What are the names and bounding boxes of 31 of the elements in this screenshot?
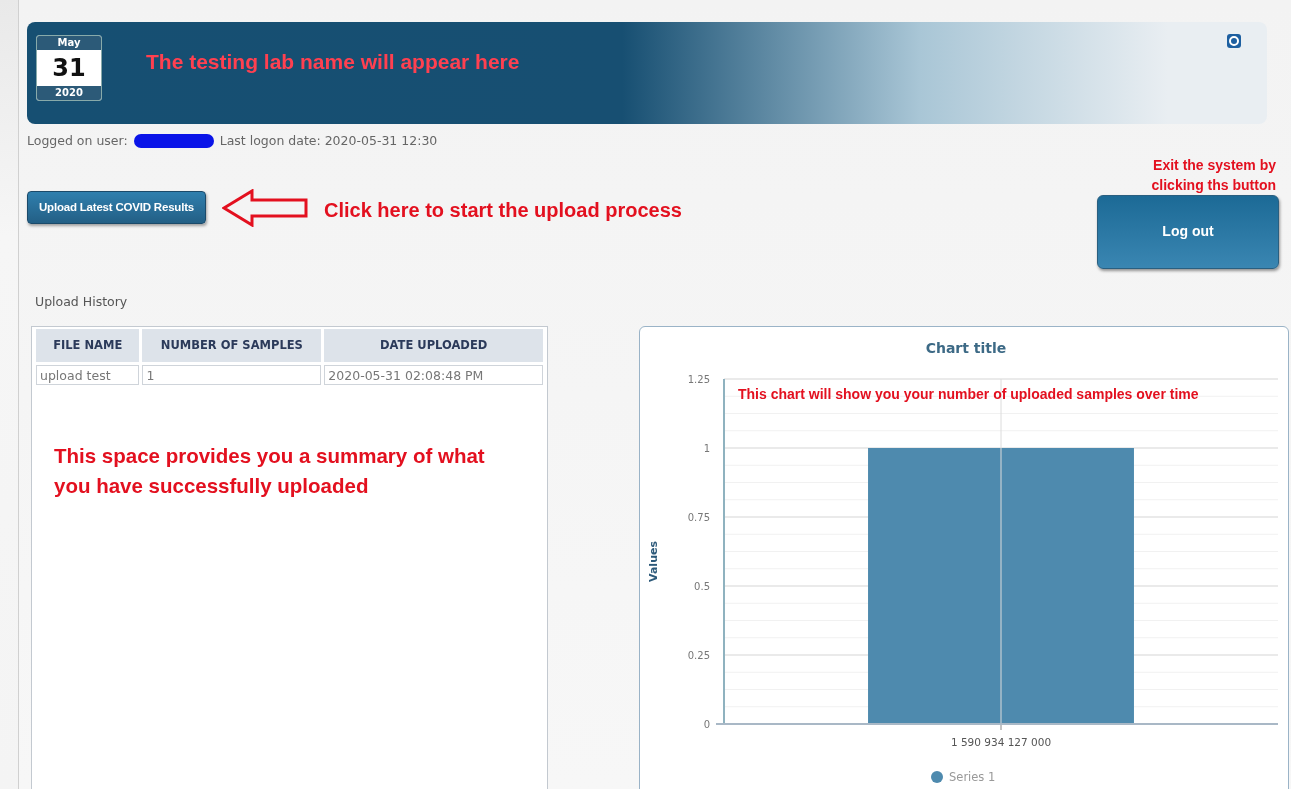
annotation-text: This chart will show you your number of uploaded samples over time: [738, 384, 1200, 404]
annotation-text: Exit the system by clicking ths button: [1150, 155, 1276, 195]
calendar-day: 31: [37, 50, 101, 86]
table-cell: upload test: [36, 364, 140, 385]
arrow-icon: [222, 188, 308, 227]
column-header[interactable]: FILE NAME: [36, 328, 140, 362]
x-tick-label: 1 590 934 127 000: [950, 735, 1052, 748]
column-header[interactable]: DATE UPLOADED: [324, 328, 543, 362]
y-tick-label: 0.5: [694, 580, 710, 592]
annotation-text: Click here to start the upload process: [324, 197, 682, 223]
y-tick-label: 0: [703, 718, 710, 730]
user-label: Logged on user:: [27, 132, 128, 150]
annotation-text: The testing lab name will appear here: [146, 49, 520, 76]
tick-mark: [1000, 723, 1002, 730]
calendar-year: 2020: [37, 86, 101, 100]
last-logon-text: Last logon date: 2020-05-31 12:30: [219, 132, 438, 150]
y-tick-label: 0.75: [687, 511, 710, 523]
table-cell: 2020-05-31 02:08:48 PM: [324, 364, 543, 385]
refresh-icon[interactable]: [1227, 34, 1241, 48]
annotation-text: This space provides you a summary of what you have successfully uploaded: [54, 442, 486, 499]
y-axis-title: Values: [647, 540, 660, 582]
chart-title: Chart title: [925, 339, 1007, 356]
section-title: Upload History: [35, 292, 129, 311]
calendar-month: May: [37, 36, 101, 50]
column-header[interactable]: NUMBER OF SAMPLES: [142, 328, 322, 362]
y-tick-label: 1.25: [687, 373, 710, 385]
upload-button[interactable]: Upload Latest COVID Results: [27, 190, 206, 224]
y-tick-label: 1: [703, 442, 710, 454]
logout-button[interactable]: Log out: [1097, 194, 1279, 269]
table-cell: 1: [142, 364, 322, 385]
y-tick-label: 0.25: [687, 649, 710, 661]
